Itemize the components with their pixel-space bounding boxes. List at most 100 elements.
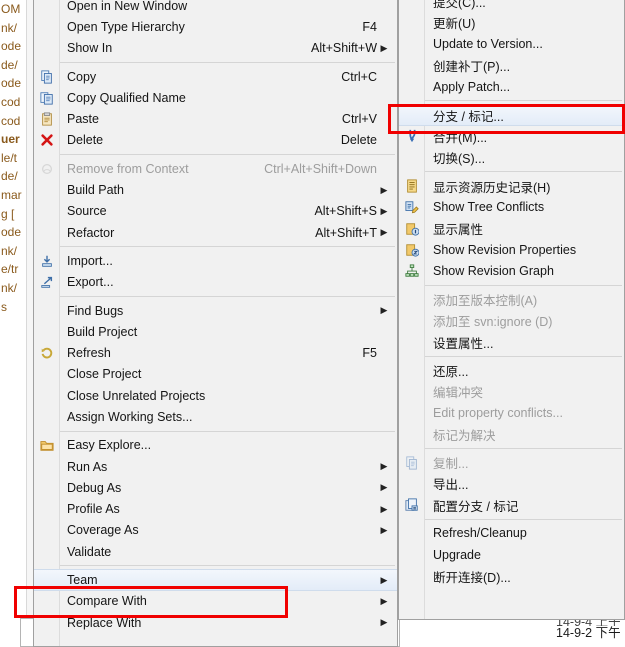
tree-row-fragment: e/tr — [1, 262, 19, 277]
menu-item[interactable]: Delete Delete — [34, 130, 397, 151]
team-submenu[interactable]: 提交(C)... 更新(U) Update to Version... 创建补丁(P)… — [398, 0, 625, 620]
menu-item[interactable]: 还原... — [399, 360, 624, 381]
menu-item-label: 提交(C)... — [433, 0, 486, 11]
menu-item-icon-slot — [34, 477, 59, 498]
menu-item-icon-slot — [34, 499, 59, 520]
menu-item-icon-slot — [34, 456, 59, 477]
menu-item-shortcut: Alt+Shift+W — [311, 41, 377, 56]
menu-item[interactable]: 显示资源历史记录(H) — [399, 175, 624, 196]
menu-item[interactable]: Coverage As ▶ — [34, 520, 397, 541]
submenu-arrow-icon: ▶ — [380, 205, 388, 216]
tree-row-fragment: uer — [1, 132, 20, 147]
menu-item[interactable]: Close Unrelated Projects — [34, 385, 397, 406]
menu-item-label: Copy Qualified Name — [67, 90, 186, 105]
menu-item[interactable]: 合并(M)... — [399, 126, 624, 147]
menu-item[interactable]: 切换(S)... — [399, 147, 624, 168]
menu-item-label: 断开连接(D)... — [433, 570, 511, 585]
menu-separator — [34, 243, 397, 250]
menu-item-label: 创建补丁(P)... — [433, 60, 511, 75]
menu-item[interactable]: Copy Ctrl+C — [34, 66, 397, 87]
menu-item[interactable]: Debug As ▶ — [34, 477, 397, 498]
menu-item[interactable]: 断开连接(D)... — [399, 565, 624, 586]
submenu-arrow-icon: ▶ — [380, 305, 388, 315]
menu-item[interactable]: Import... — [34, 250, 397, 271]
menu-item[interactable]: Team ▶ — [34, 569, 397, 591]
menu-item-icon-slot — [399, 147, 424, 168]
menu-item-label: Show Revision Properties — [433, 242, 577, 257]
menu-item-icon-slot — [34, 38, 59, 59]
menu-item-label: 添加至版本控制(A) — [433, 294, 538, 308]
menu-item-label: Refresh — [67, 346, 111, 361]
menu-item: 标记为解决 — [399, 424, 624, 445]
menu-item-icon-slot — [399, 473, 424, 494]
menu-item[interactable]: 导出... — [399, 473, 624, 494]
menu-item-icon-slot — [399, 381, 424, 402]
menu-item-label: Replace With — [67, 615, 142, 630]
menu-item[interactable]: Run As ▶ — [34, 456, 397, 477]
menu-item[interactable]: 配置分支 / 标记 — [399, 495, 624, 516]
menu-item[interactable]: Show Revision Graph — [399, 261, 624, 282]
project-context-menu[interactable]: Open in New Window Open Type Hierarchy F4 S… — [33, 0, 398, 647]
submenu-arrow-icon: ▶ — [380, 227, 388, 238]
menu-item-icon-slot — [399, 76, 424, 97]
menu-item[interactable]: Source Alt+Shift+S ▶ — [34, 201, 397, 222]
menu-item[interactable]: Update to Version... — [399, 34, 624, 55]
menu-item-icon-slot — [399, 105, 424, 124]
menu-separator — [399, 516, 624, 523]
tree-conflicts-icon — [399, 197, 424, 218]
menu-item[interactable]: Build Path ▶ — [34, 179, 397, 200]
menu-item[interactable]: 分支 / 标记... — [399, 104, 624, 126]
menu-item[interactable]: 创建补丁(P)... — [399, 55, 624, 76]
menu-item[interactable]: Open Type Hierarchy F4 — [34, 16, 397, 37]
menu-item-label: Open in New Window — [67, 0, 188, 13]
menu-item-icon-slot — [34, 612, 59, 633]
menu-item-icon-slot — [399, 34, 424, 55]
tree-row-fragment: nk/ — [1, 20, 18, 35]
menu-item[interactable]: Paste Ctrl+V — [34, 108, 397, 129]
menu-item-shortcut: F4 — [362, 19, 377, 34]
menu-item[interactable]: 显示属性 — [399, 218, 624, 239]
menu-item-label: Update to Version... — [433, 37, 543, 52]
properties-icon — [399, 218, 424, 239]
menu-item[interactable]: Export... — [34, 272, 397, 293]
menu-item[interactable]: 更新(U) — [399, 12, 624, 33]
menu-item[interactable]: Build Project — [34, 321, 397, 342]
menu-item[interactable]: Show In Alt+Shift+W ▶ — [34, 38, 397, 59]
tree-row-fragment: cod — [1, 94, 21, 109]
delete-icon — [34, 130, 59, 151]
menu-item[interactable]: Find Bugs ▶ — [34, 300, 397, 321]
menu-item-icon-slot — [34, 179, 59, 200]
menu-item[interactable]: Open in New Window — [34, 0, 397, 16]
menu-item[interactable]: Profile As ▶ — [34, 499, 397, 520]
menu-item[interactable]: Refresh/Cleanup — [399, 523, 624, 544]
menu-item[interactable]: Close Project — [34, 364, 397, 385]
menu-item[interactable]: Compare With ▶ — [34, 591, 397, 612]
menu-item-label: Apply Patch... — [433, 79, 511, 94]
menu-item[interactable]: Show Revision Properties — [399, 239, 624, 260]
menu-item[interactable]: Easy Explore... — [34, 435, 397, 456]
menu-item[interactable]: 提交(C)... — [399, 0, 624, 12]
menu-item[interactable]: Apply Patch... — [399, 76, 624, 97]
menu-item-label: Refresh/Cleanup — [433, 526, 527, 541]
refresh-icon — [34, 342, 59, 363]
import-icon — [34, 250, 59, 271]
menu-item-label: 显示属性 — [433, 223, 484, 238]
menu-item[interactable]: Validate — [34, 541, 397, 562]
menu-item[interactable]: Upgrade — [399, 544, 624, 565]
menu-item[interactable]: Refresh F5 — [34, 342, 397, 363]
submenu-arrow-icon: ▶ — [380, 482, 388, 493]
menu-item[interactable]: Replace With ▶ — [34, 612, 397, 633]
menu-item[interactable]: Assign Working Sets... — [34, 406, 397, 427]
menu-item-label: Source — [67, 204, 107, 219]
submenu-arrow-icon: ▶ — [380, 524, 388, 535]
menu-item[interactable]: 设置属性... — [399, 331, 624, 352]
folder-icon — [34, 435, 59, 456]
menu-item-shortcut: Delete — [340, 133, 377, 148]
menu-item[interactable]: Show Tree Conflicts — [399, 197, 624, 218]
tree-row-fragment: ode — [1, 76, 22, 91]
package-explorer-tree-strip: OM nk/ode de/ode cod cod uer le/t de/mar g [ode n… — [0, 0, 26, 647]
revision-properties-icon — [399, 239, 424, 260]
menu-item[interactable]: Copy Qualified Name — [34, 87, 397, 108]
copy-icon — [34, 66, 59, 87]
menu-item[interactable]: Refactor Alt+Shift+T ▶ — [34, 222, 397, 243]
